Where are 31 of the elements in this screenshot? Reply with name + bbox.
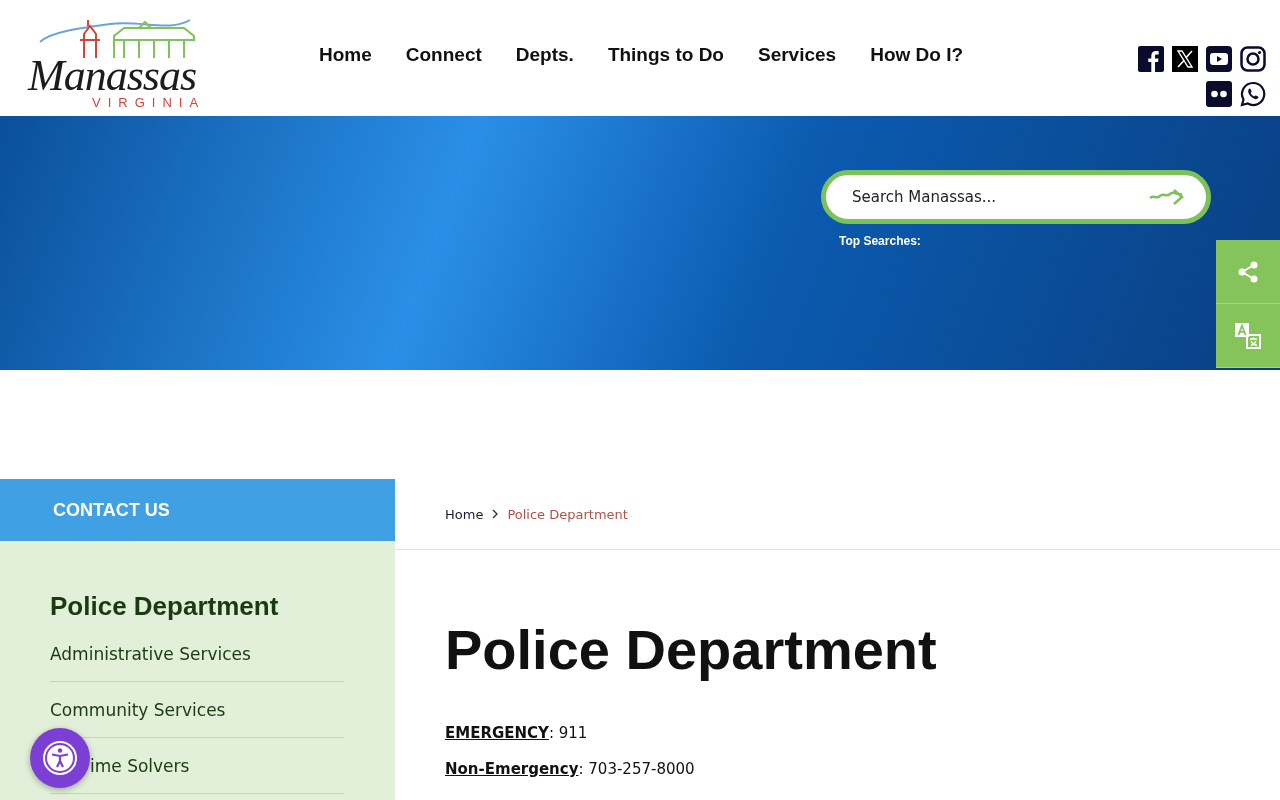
- sidebar-title: Police Department: [50, 591, 280, 622]
- nav-link[interactable]: Services: [757, 44, 837, 66]
- translate-icon: [1234, 321, 1262, 350]
- search-box[interactable]: Search Manassas...: [821, 170, 1211, 224]
- nav-link[interactable]: Home: [319, 44, 372, 66]
- breadcrumb-link[interactable]: Home: [445, 506, 484, 522]
- sidebar-link[interactable]: Administrative Services: [50, 644, 251, 664]
- top-searches-label: Top Searches:: [839, 234, 921, 248]
- x-logo-icon[interactable]: [1172, 46, 1198, 72]
- contact-line: Non-Emergency: 703-257-8000: [445, 760, 696, 778]
- breadcrumb-link[interactable]: Police Department: [507, 506, 628, 522]
- contact-line: EMERGENCY: 911: [445, 724, 589, 742]
- youtube-icon[interactable]: [1206, 46, 1232, 72]
- sidebar-link[interactable]: Community Services: [50, 700, 226, 720]
- flickr-icon[interactable]: [1206, 81, 1232, 107]
- nav-link[interactable]: Connect: [405, 44, 482, 66]
- facebook-icon[interactable]: [1138, 46, 1164, 72]
- page-title: Police Department: [445, 618, 938, 682]
- nav-link[interactable]: Depts.: [515, 44, 574, 66]
- arrow-icon: [1148, 187, 1186, 207]
- sidebar-link[interactable]: ime Solvers: [90, 756, 190, 776]
- logo-wordmark[interactable]: Manassas: [14, 56, 197, 96]
- whatsapp-icon[interactable]: [1240, 81, 1266, 107]
- accessibility-icon: [42, 740, 78, 776]
- search-field[interactable]: Search Manassas...: [852, 175, 1148, 219]
- nav-link[interactable]: Things to Do: [607, 44, 724, 66]
- instagram-icon[interactable]: [1240, 46, 1266, 72]
- nav-link[interactable]: How Do I?: [870, 44, 964, 66]
- logo-subtitle: VIRGINIA: [92, 96, 206, 110]
- chevron-right-icon: [491, 509, 500, 519]
- share-icon: [1237, 260, 1259, 283]
